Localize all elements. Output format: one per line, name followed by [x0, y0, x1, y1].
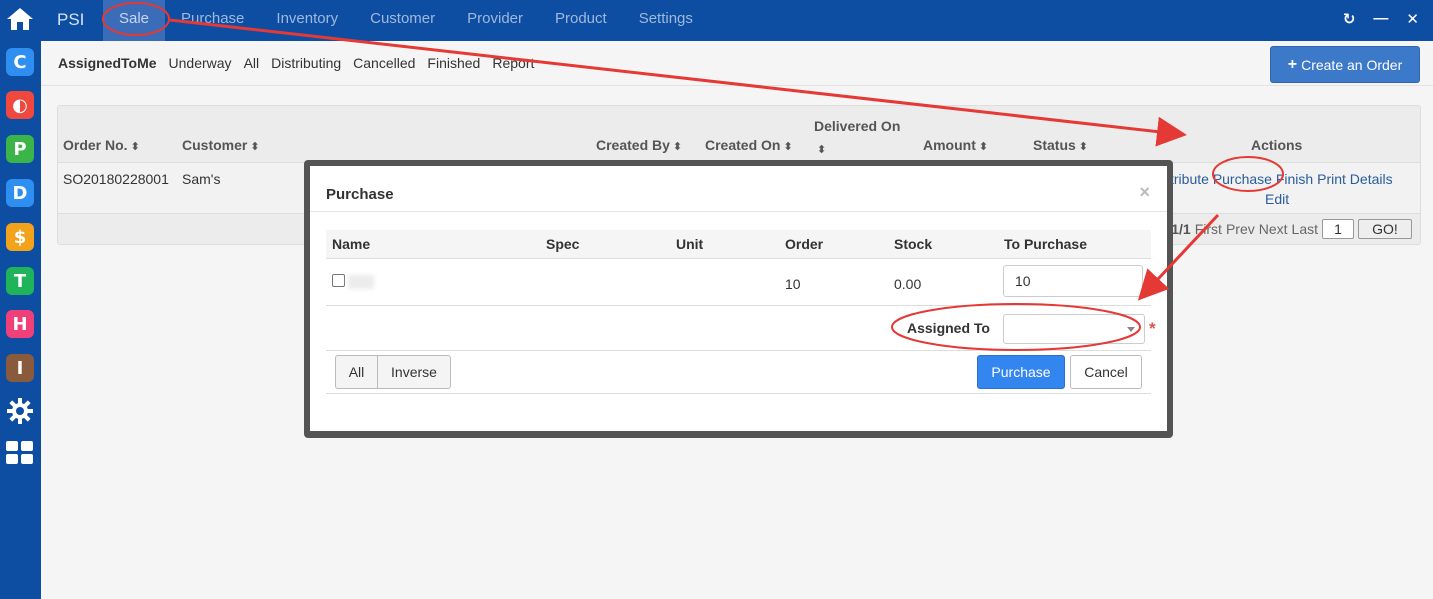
dialog-close-icon[interactable]: ×: [1139, 182, 1150, 203]
col-name: Name: [332, 236, 371, 252]
col-created-on[interactable]: Created On ⬍: [705, 137, 793, 153]
tab-report[interactable]: Report: [492, 55, 534, 71]
required-marker: *: [1149, 319, 1156, 338]
actions-cell: stribute Purchase Finish Print Details: [1163, 171, 1393, 187]
sort-icon: ⬍: [1078, 141, 1089, 153]
tab-all[interactable]: All: [244, 55, 260, 71]
orders-table-header: Order No. ⬍ Customer ⬍ Created By ⬍ Created…: [58, 106, 1420, 163]
create-order-label: Create an Order: [1301, 56, 1403, 73]
tab-cancelled[interactable]: Cancelled: [353, 55, 415, 71]
pager: 1/1 First Prev Next Last 1 GO!: [1171, 219, 1412, 239]
purchase-button[interactable]: Purchase: [977, 355, 1065, 389]
dialog-divider: [310, 211, 1167, 212]
cancel-button[interactable]: Cancel: [1070, 355, 1142, 389]
grid-icon[interactable]: [5, 438, 35, 468]
tab-finished[interactable]: Finished: [427, 55, 480, 71]
col-customer[interactable]: Customer ⬍: [182, 137, 260, 153]
nav-sale[interactable]: Sale: [103, 0, 166, 41]
assigned-to-select[interactable]: [1003, 314, 1145, 344]
select-all-button[interactable]: All: [335, 355, 378, 389]
purchase-table-header: Name Spec Unit Order Stock To Purchase: [326, 230, 1151, 259]
settings-icon[interactable]: [5, 396, 35, 426]
refresh-icon[interactable]: ↻: [1343, 10, 1356, 28]
tab-underway[interactable]: Underway: [169, 55, 232, 71]
nav-customer[interactable]: Customer: [354, 0, 451, 41]
app-p-icon[interactable]: P: [5, 134, 35, 164]
dialog-title: Purchase: [326, 186, 394, 203]
col-stock: Stock: [894, 236, 933, 252]
pager-first[interactable]: First: [1195, 221, 1222, 237]
top-bar: PSI Sale Purchase Inventory Customer Pro…: [41, 0, 1433, 41]
window-tools: ↻ — ✕: [1343, 10, 1419, 28]
app-o-icon[interactable]: ◐: [5, 90, 35, 120]
nav-inventory[interactable]: Inventory: [260, 0, 354, 41]
order-qty: 10: [785, 276, 801, 292]
app-h-icon[interactable]: H: [5, 309, 35, 339]
home-icon[interactable]: [5, 4, 35, 34]
assigned-to-label: Assigned To: [907, 320, 990, 336]
pager-last[interactable]: Last: [1292, 221, 1318, 237]
purchase-dialog: Purchase × Name Spec Unit Order Stock To…: [304, 160, 1173, 438]
col-order: Order: [785, 236, 824, 252]
app-d-icon[interactable]: D: [5, 178, 35, 208]
nav-settings[interactable]: Settings: [623, 0, 709, 41]
col-unit: Unit: [676, 236, 704, 252]
app-s-icon[interactable]: $: [5, 222, 35, 252]
pager-next[interactable]: Next: [1259, 221, 1288, 237]
col-spec: Spec: [546, 236, 580, 252]
edit-link[interactable]: Edit: [1265, 191, 1289, 207]
item-name-blurred: [348, 275, 374, 289]
page-info: 1/1: [1171, 221, 1191, 237]
create-order-button[interactable]: + Create an Order: [1270, 46, 1420, 83]
col-to-purchase: To Purchase: [1004, 236, 1087, 252]
sub-nav: AssignedToMe Underway All Distributing C…: [41, 41, 1433, 86]
purchase-dialog-body: Purchase × Name Spec Unit Order Stock To…: [310, 166, 1167, 431]
nav-provider[interactable]: Provider: [451, 0, 539, 41]
col-amount[interactable]: Amount ⬍: [923, 137, 988, 153]
app-brand: PSI: [57, 10, 85, 29]
chevron-down-icon: [1127, 327, 1135, 332]
nav-product[interactable]: Product: [539, 0, 623, 41]
order-filter-tabs: AssignedToMe Underway All Distributing C…: [58, 55, 534, 71]
app-t-icon[interactable]: T: [5, 266, 35, 296]
table-row: 10 0.00 10: [326, 259, 1151, 306]
customer-cell: Sam's: [182, 171, 221, 187]
to-purchase-input[interactable]: 10: [1003, 265, 1143, 297]
sort-icon: ⬍: [250, 141, 260, 153]
app-c-icon[interactable]: C: [5, 47, 35, 77]
go-button[interactable]: GO!: [1358, 219, 1412, 239]
finish-link[interactable]: Finish: [1276, 171, 1313, 187]
page-number-input[interactable]: 1: [1322, 219, 1354, 239]
app-i-icon[interactable]: I: [5, 353, 35, 383]
assigned-to-row: Assigned To *: [326, 306, 1156, 351]
pager-prev[interactable]: Prev: [1226, 221, 1255, 237]
purchase-link[interactable]: Purchase: [1213, 171, 1272, 187]
nav-purchase[interactable]: Purchase: [165, 0, 260, 41]
app-rail: C ◐ P D $ T H I: [0, 0, 41, 599]
sort-icon: ⬍: [817, 144, 827, 156]
sort-icon: ⬍: [978, 141, 989, 153]
order-no-cell[interactable]: SO20180228001: [63, 171, 169, 187]
inverse-selection-button[interactable]: Inverse: [377, 355, 451, 389]
sort-icon: ⬍: [672, 141, 683, 153]
minimize-icon[interactable]: —: [1373, 10, 1388, 28]
tab-assigned-to-me[interactable]: AssignedToMe: [58, 55, 157, 71]
top-nav: Sale Purchase Inventory Customer Provide…: [103, 0, 709, 41]
dialog-actions: All Inverse Purchase Cancel: [326, 351, 1151, 394]
close-icon[interactable]: ✕: [1406, 10, 1419, 28]
sort-icon: ⬍: [783, 141, 793, 153]
tab-distributing[interactable]: Distributing: [271, 55, 341, 71]
col-created-by[interactable]: Created By ⬍: [596, 137, 682, 153]
col-order-no[interactable]: Order No. ⬍: [63, 137, 140, 153]
edit-link-wrap: Edit: [1265, 191, 1289, 207]
col-actions: Actions: [1251, 137, 1303, 153]
print-link[interactable]: Print: [1317, 171, 1346, 187]
sort-icon: ⬍: [130, 141, 140, 153]
details-link[interactable]: Details: [1350, 171, 1393, 187]
col-delivered-on[interactable]: Delivered On ⬍: [814, 115, 900, 161]
col-status[interactable]: Status ⬍: [1033, 137, 1088, 153]
item-checkbox[interactable]: [332, 274, 345, 287]
plus-icon: +: [1287, 55, 1298, 73]
stock-qty: 0.00: [894, 276, 922, 292]
